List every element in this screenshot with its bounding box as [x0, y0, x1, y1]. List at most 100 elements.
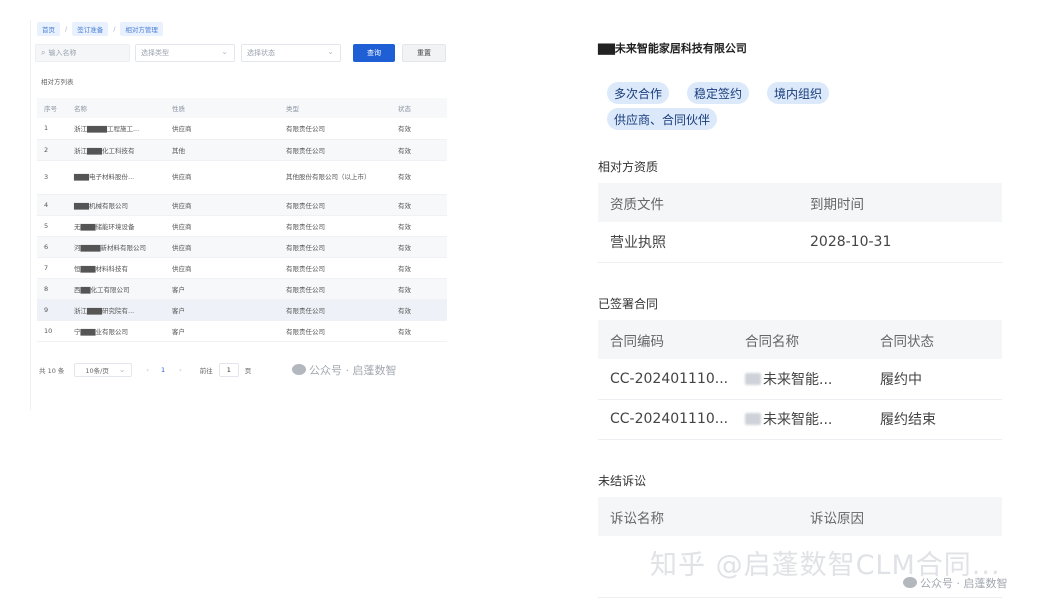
chevron-down-icon: ⌄ [221, 47, 228, 56]
cell-name[interactable]: 浙江▇▇▇研究院有... [67, 299, 165, 321]
breadcrumb-sign-prep[interactable]: 签订准备 [72, 22, 109, 36]
table-row[interactable]: 1 浙江▇▇▇▇工程施工... 供应商 有限责任公司 有效 [37, 118, 447, 140]
page-number-current[interactable]: 1 [161, 366, 165, 374]
reset-button[interactable]: 重置 [402, 44, 446, 62]
cell-expiry: 2028-10-31 [798, 222, 1002, 263]
chevron-down-icon: ⌄ [327, 47, 334, 56]
cell-name[interactable]: 宁▇▇▇业有限公司 [67, 320, 165, 342]
cell-status: 有效 [391, 139, 447, 161]
cell-type: 有限责任公司 [279, 194, 391, 216]
cell-status: 有效 [391, 215, 447, 237]
watermark-right-text: 公众号 · 启蓬数智 [920, 577, 1008, 590]
counterparty-list-panel: 首页 / 签订准备 / 相对方管理 ⌕ 输入名称 选择类型 ⌄ 选择状态 ⌄ 查… [30, 20, 448, 410]
table-row[interactable]: 2 浙江▇▇▇化工科技有 其他 有限责任公司 有效 [37, 139, 447, 161]
status-placeholder: 选择状态 [247, 49, 275, 57]
table-row[interactable]: 7 恒▇▇▇材料科技有 供应商 有限责任公司 有效 [37, 257, 447, 279]
cell-nature: 供应商 [165, 194, 279, 216]
table-row[interactable]: 8 西▇▇化工有限公司 客户 有限责任公司 有效 [37, 278, 447, 300]
cell-status: 有效 [391, 299, 447, 321]
page-size-value: 10条/页 [85, 367, 109, 375]
watermark-left: 公众号 · 启蓬数智 [292, 362, 397, 378]
cell-type: 有限责任公司 [279, 236, 391, 258]
breadcrumb-separator: / [65, 25, 68, 33]
cell-nature: 客户 [165, 320, 279, 342]
table-row[interactable]: 4 ▇▇▇机械有限公司 供应商 有限责任公司 有效 [37, 194, 447, 216]
cell-type: 有限责任公司 [279, 299, 391, 321]
counterparty-table: 序号 名称 性质 类型 状态 1 浙江▇▇▇▇工程施工... 供应商 有限责任公… [37, 98, 447, 342]
cell-type: 有限责任公司 [279, 320, 391, 342]
table-row[interactable]: CC-202401110... 未来智能... 履约中 [598, 359, 1002, 400]
redaction-mask [745, 413, 761, 425]
cell-status: 有效 [391, 320, 447, 342]
watermark-left-text: 公众号 · 启蓬数智 [309, 364, 397, 377]
type-select[interactable]: 选择类型 ⌄ [135, 44, 235, 62]
wechat-icon [903, 577, 917, 588]
table-header-row: 序号 名称 性质 类型 状态 [37, 98, 447, 118]
breadcrumb-home[interactable]: 首页 [37, 22, 60, 36]
cell-no: 3 [37, 160, 67, 195]
col-header-case-name: 诉讼名称 [598, 497, 798, 536]
tag-chip: 稳定签约 [687, 82, 750, 104]
page-size-select[interactable]: 10条/页 ⌄ [74, 363, 133, 377]
cell-file[interactable]: 营业执照 [598, 222, 798, 263]
tag-chip: 多次合作 [607, 82, 670, 104]
col-header-status: 合同状态 [868, 320, 1002, 359]
table-row[interactable]: 6 河▇▇▇▇新材料有限公司 供应商 有限责任公司 有效 [37, 236, 447, 258]
counterparty-detail-panel: ▇▇未来智能家居科技有限公司 多次合作 稳定签约 境内组织 供应商、合同伙伴 相… [597, 0, 1027, 603]
wechat-icon [292, 364, 306, 375]
col-header-no: 序号 [37, 98, 67, 118]
cell-code[interactable]: CC-202401110... [598, 359, 733, 400]
cell-name[interactable]: ▇▇▇机械有限公司 [67, 194, 165, 216]
table-row[interactable]: 3 ▇▇▇电子材料股份... 供应商 其他股份有限公司（以上市） 有效 [37, 160, 447, 195]
cell-name[interactable]: 西▇▇化工有限公司 [67, 278, 165, 300]
list-title: 相对方列表 [41, 78, 74, 86]
breadcrumb-counterparty-mgmt[interactable]: 相对方管理 [120, 22, 163, 36]
cell-contract-name[interactable]: 未来智能... [733, 359, 868, 400]
search-placeholder: 输入名称 [48, 49, 77, 57]
cell-name[interactable]: 浙江▇▇▇▇工程施工... [67, 118, 165, 140]
col-header-code: 合同编码 [598, 320, 733, 359]
table-header-row: 诉讼名称 诉讼原因 [598, 497, 1002, 536]
breadcrumb: 首页 / 签订准备 / 相对方管理 [37, 20, 163, 38]
query-button[interactable]: 查询 [353, 44, 395, 62]
cell-status: 有效 [391, 278, 447, 300]
table-row[interactable]: 9 浙江▇▇▇研究院有... 客户 有限责任公司 有效 [37, 299, 447, 321]
goto-page-input[interactable]: 1 [218, 363, 239, 377]
cell-status: 有效 [391, 160, 447, 195]
contract-name-text: 未来智能... [763, 371, 833, 388]
table-row[interactable]: 5 无▇▇▇储能环境设备 供应商 有限责任公司 有效 [37, 215, 447, 237]
cell-no: 2 [37, 139, 67, 161]
cell-nature: 供应商 [165, 215, 279, 237]
tag-chip: 境内组织 [767, 82, 830, 104]
cell-nature: 客户 [165, 278, 279, 300]
goto-unit: 页 [244, 367, 252, 375]
cell-code[interactable]: CC-202401110... [598, 399, 733, 440]
next-page-button[interactable]: › [179, 366, 182, 374]
watermark-right: 公众号 · 启蓬数智 [903, 575, 1008, 591]
type-placeholder: 选择类型 [141, 49, 169, 57]
cell-no: 10 [37, 320, 67, 342]
search-input[interactable]: ⌕ 输入名称 [35, 44, 130, 62]
cell-name[interactable]: ▇▇▇电子材料股份... [67, 160, 165, 195]
prev-page-button[interactable]: ‹ [146, 366, 149, 374]
filter-bar: ⌕ 输入名称 选择类型 ⌄ 选择状态 ⌄ 查询 重置 [35, 44, 447, 62]
qualification-title: 相对方资质 [598, 160, 659, 174]
cell-name[interactable]: 无▇▇▇储能环境设备 [67, 215, 165, 237]
cell-name[interactable]: 浙江▇▇▇化工科技有 [67, 139, 165, 161]
cell-no: 7 [37, 257, 67, 279]
cell-contract-name[interactable]: 未来智能... [733, 399, 868, 440]
table-row[interactable]: CC-202401110... 未来智能... 履约结束 [598, 399, 1002, 440]
table-row[interactable]: 营业执照 2028-10-31 [598, 222, 1002, 263]
cell-name[interactable]: 河▇▇▇▇新材料有限公司 [67, 236, 165, 258]
qualification-table: 资质文件 到期时间 营业执照 2028-10-31 [598, 183, 1002, 263]
cell-nature: 供应商 [165, 257, 279, 279]
col-header-nature: 性质 [165, 98, 279, 118]
contracts-title: 已签署合同 [598, 297, 659, 311]
table-row[interactable]: 10 宁▇▇▇业有限公司 客户 有限责任公司 有效 [37, 320, 447, 342]
cell-status: 有效 [391, 194, 447, 216]
cell-name[interactable]: 恒▇▇▇材料科技有 [67, 257, 165, 279]
status-select[interactable]: 选择状态 ⌄ [241, 44, 341, 62]
pagination-total: 共 10 条 [39, 367, 65, 375]
company-name: ▇▇未来智能家居科技有限公司 [598, 42, 747, 55]
cell-no: 4 [37, 194, 67, 216]
